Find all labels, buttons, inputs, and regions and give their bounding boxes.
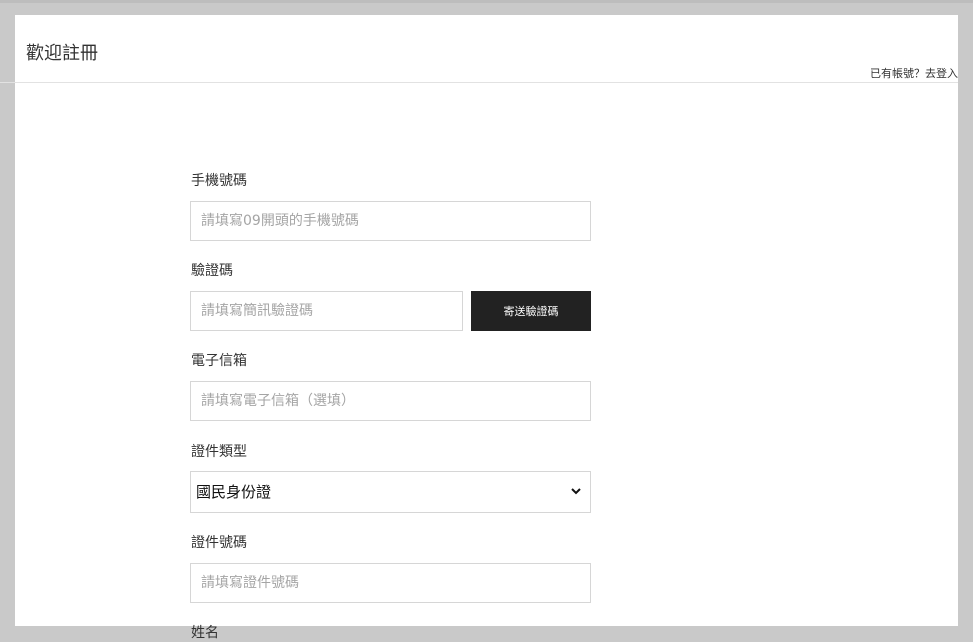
email-label: 電子信箱	[191, 353, 247, 369]
id-type-selected-value: 國民身份證	[196, 483, 272, 501]
verification-code-input[interactable]	[190, 291, 463, 331]
name-label: 姓名	[191, 625, 219, 641]
login-link[interactable]: 已有帳號？去登入	[870, 67, 958, 81]
id-number-input[interactable]	[190, 563, 591, 603]
phone-input[interactable]	[190, 201, 591, 241]
id-type-select[interactable]: 國民身份證	[190, 471, 591, 513]
send-code-button[interactable]: 寄送驗證碼	[471, 291, 591, 331]
chevron-down-icon	[571, 488, 581, 495]
phone-label: 手機號碼	[191, 173, 247, 189]
verification-code-label: 驗證碼	[191, 263, 233, 279]
header-divider	[0, 82, 958, 83]
id-number-label: 證件號碼	[191, 535, 247, 551]
page-top-border	[0, 0, 973, 3]
email-input[interactable]	[190, 381, 591, 421]
id-type-label: 證件類型	[191, 444, 247, 460]
page-title: 歡迎註冊	[26, 43, 98, 64]
